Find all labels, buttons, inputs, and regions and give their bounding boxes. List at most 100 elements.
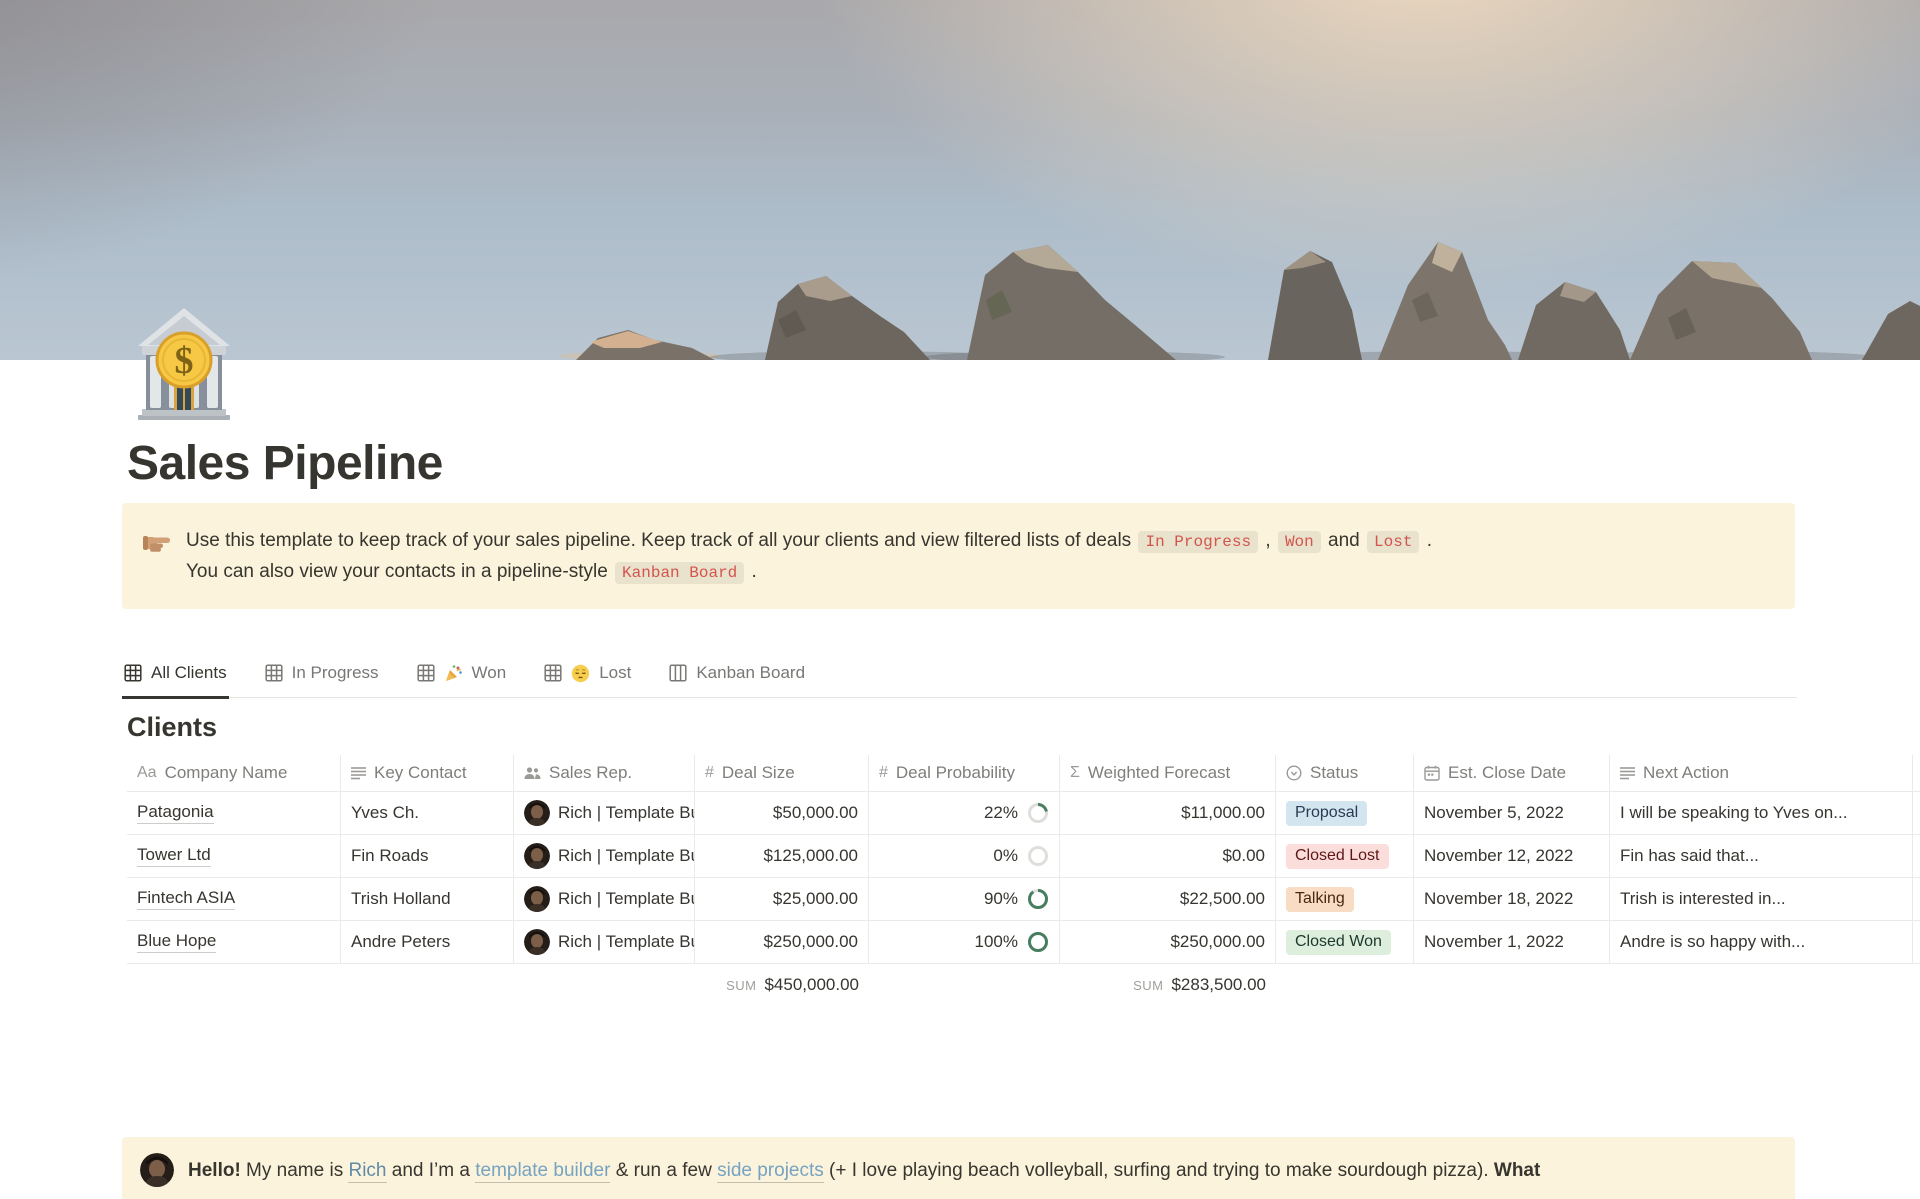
author-avatar bbox=[140, 1153, 174, 1187]
intro-callout-text: Use this template to keep track of your … bbox=[186, 525, 1432, 588]
tab-label: In Progress bbox=[292, 663, 379, 683]
author-callout-text: Hello! My name is Rich and I’m a templat… bbox=[188, 1151, 1540, 1185]
est-close-date-cell[interactable]: November 5, 2022 bbox=[1414, 792, 1610, 834]
sales-pipeline-page: $ Sales Pipeline Use this template to ke… bbox=[0, 0, 1920, 1199]
table-row: Fintech ASIA Trish Holland Rich | Templa… bbox=[127, 878, 1920, 921]
sales-rep-cell[interactable]: Rich | Template Builder bbox=[514, 921, 695, 963]
text-property-icon bbox=[1620, 766, 1635, 780]
column-header-next-action[interactable]: Next Action bbox=[1610, 755, 1913, 791]
sales-rep-cell[interactable]: Rich | Template Builder bbox=[514, 835, 695, 877]
company-name-cell[interactable]: Tower Ltd bbox=[127, 835, 341, 877]
intro-callout: Use this template to keep track of your … bbox=[122, 503, 1795, 610]
tab-all-clients[interactable]: All Clients bbox=[122, 663, 229, 699]
cover-image[interactable] bbox=[0, 0, 1920, 360]
tab-kanban-board[interactable]: Kanban Board bbox=[667, 663, 807, 699]
column-header-overflow bbox=[1913, 755, 1920, 791]
key-contact-cell[interactable]: Trish Holland bbox=[341, 878, 514, 920]
company-name-cell[interactable]: Patagonia bbox=[127, 792, 341, 834]
status-tag: Talking bbox=[1286, 887, 1354, 912]
weighted-forecast-sum[interactable]: sum $283,500.00 bbox=[1060, 964, 1276, 1006]
bank-icon: $ bbox=[128, 302, 240, 422]
column-header-deal-size[interactable]: # Deal Size bbox=[695, 755, 869, 791]
column-header-weighted-forecast[interactable]: Σ Weighted Forecast bbox=[1060, 755, 1276, 791]
column-header-company-name[interactable]: Aa Company Name bbox=[127, 755, 341, 791]
tab-in-progress[interactable]: In Progress bbox=[263, 663, 381, 699]
weighted-forecast-cell[interactable]: $250,000.00 bbox=[1060, 921, 1276, 963]
company-name-cell[interactable]: Fintech ASIA bbox=[127, 878, 341, 920]
author-callout: Hello! My name is Rich and I’m a templat… bbox=[122, 1137, 1795, 1199]
company-name-cell[interactable]: Blue Hope bbox=[127, 921, 341, 963]
status-cell[interactable]: Closed Won bbox=[1276, 921, 1414, 963]
deal-probability-cell[interactable]: 22% bbox=[869, 792, 1060, 834]
est-close-date-cell[interactable]: November 1, 2022 bbox=[1414, 921, 1610, 963]
page-icon[interactable]: $ bbox=[128, 302, 240, 422]
tab-label: Kanban Board bbox=[696, 663, 805, 683]
select-property-icon bbox=[1286, 765, 1302, 781]
pensive-face-icon bbox=[571, 664, 590, 683]
column-header-key-contact[interactable]: Key Contact bbox=[341, 755, 514, 791]
status-tag: Closed Won bbox=[1286, 930, 1391, 955]
next-action-cell[interactable]: I will be speaking to Yves on... bbox=[1610, 792, 1913, 834]
avatar bbox=[524, 843, 550, 869]
est-close-date-cell[interactable]: November 12, 2022 bbox=[1414, 835, 1610, 877]
key-contact-cell[interactable]: Yves Ch. bbox=[341, 792, 514, 834]
weighted-forecast-cell[interactable]: $0.00 bbox=[1060, 835, 1276, 877]
formula-property-icon: Σ bbox=[1070, 764, 1080, 782]
overflow-cell bbox=[1913, 835, 1920, 877]
sales-rep-cell[interactable]: Rich | Template Builder bbox=[514, 878, 695, 920]
status-cell[interactable]: Closed Lost bbox=[1276, 835, 1414, 877]
deal-size-cell[interactable]: $50,000.00 bbox=[695, 792, 869, 834]
tab-label: All Clients bbox=[151, 663, 227, 683]
sales-rep-cell[interactable]: Rich | Template Builder bbox=[514, 792, 695, 834]
probability-ring bbox=[1027, 888, 1049, 910]
column-header-sales-rep[interactable]: Sales Rep. bbox=[514, 755, 695, 791]
deal-size-cell[interactable]: $25,000.00 bbox=[695, 878, 869, 920]
overflow-cell bbox=[1913, 921, 1920, 963]
deal-probability-cell[interactable]: 90% bbox=[869, 878, 1060, 920]
deal-probability-cell[interactable]: 100% bbox=[869, 921, 1060, 963]
deal-size-cell[interactable]: $125,000.00 bbox=[695, 835, 869, 877]
probability-ring bbox=[1027, 845, 1049, 867]
table-sum-row: sum $450,000.00 sum $283,500.00 bbox=[127, 964, 1920, 1006]
table-header-row: Aa Company Name Key Contact Sales Rep. #… bbox=[127, 755, 1920, 792]
date-property-icon bbox=[1424, 765, 1440, 781]
weighted-forecast-cell[interactable]: $22,500.00 bbox=[1060, 878, 1276, 920]
status-cell[interactable]: Talking bbox=[1276, 878, 1414, 920]
column-header-est-close-date[interactable]: Est. Close Date bbox=[1414, 755, 1610, 791]
cover-rocks-illustration bbox=[0, 0, 1920, 360]
next-action-cell[interactable]: Fin has said that... bbox=[1610, 835, 1913, 877]
deal-size-cell[interactable]: $250,000.00 bbox=[695, 921, 869, 963]
clients-heading: Clients bbox=[127, 710, 1920, 745]
text-property-icon bbox=[351, 766, 366, 780]
svg-text:$: $ bbox=[175, 340, 194, 382]
table-row: Blue Hope Andre Peters Rich | Template B… bbox=[127, 921, 1920, 964]
table-view-icon bbox=[265, 664, 283, 682]
key-contact-cell[interactable]: Fin Roads bbox=[341, 835, 514, 877]
deal-size-sum[interactable]: sum $450,000.00 bbox=[695, 964, 869, 1006]
est-close-date-cell[interactable]: November 18, 2022 bbox=[1414, 878, 1610, 920]
status-tag: Closed Lost bbox=[1286, 844, 1389, 869]
table-row: Tower Ltd Fin Roads Rich | Template Buil… bbox=[127, 835, 1920, 878]
status-tag: Proposal bbox=[1286, 801, 1367, 826]
weighted-forecast-cell[interactable]: $11,000.00 bbox=[1060, 792, 1276, 834]
page-title: Sales Pipeline bbox=[127, 435, 1727, 493]
board-view-icon bbox=[669, 664, 687, 682]
tab-label: Lost bbox=[599, 663, 631, 683]
next-action-cell[interactable]: Andre is so happy with... bbox=[1610, 921, 1913, 963]
tab-lost[interactable]: Lost bbox=[542, 663, 633, 699]
tab-label: Won bbox=[472, 663, 507, 683]
next-action-cell[interactable]: Trish is interested in... bbox=[1610, 878, 1913, 920]
view-tabs: All Clients In Progress Won Lost Kanban … bbox=[122, 663, 1797, 698]
column-header-status[interactable]: Status bbox=[1276, 755, 1414, 791]
table-row: Patagonia Yves Ch. Rich | Template Build… bbox=[127, 792, 1920, 835]
tab-won[interactable]: Won bbox=[415, 663, 509, 699]
number-property-icon: # bbox=[705, 764, 714, 782]
deal-probability-cell[interactable]: 0% bbox=[869, 835, 1060, 877]
clients-table: Aa Company Name Key Contact Sales Rep. #… bbox=[127, 755, 1920, 1006]
overflow-cell bbox=[1913, 792, 1920, 834]
key-contact-cell[interactable]: Andre Peters bbox=[341, 921, 514, 963]
status-cell[interactable]: Proposal bbox=[1276, 792, 1414, 834]
overflow-cell bbox=[1913, 878, 1920, 920]
title-property-icon: Aa bbox=[137, 764, 157, 782]
column-header-deal-probability[interactable]: # Deal Probability bbox=[869, 755, 1060, 791]
